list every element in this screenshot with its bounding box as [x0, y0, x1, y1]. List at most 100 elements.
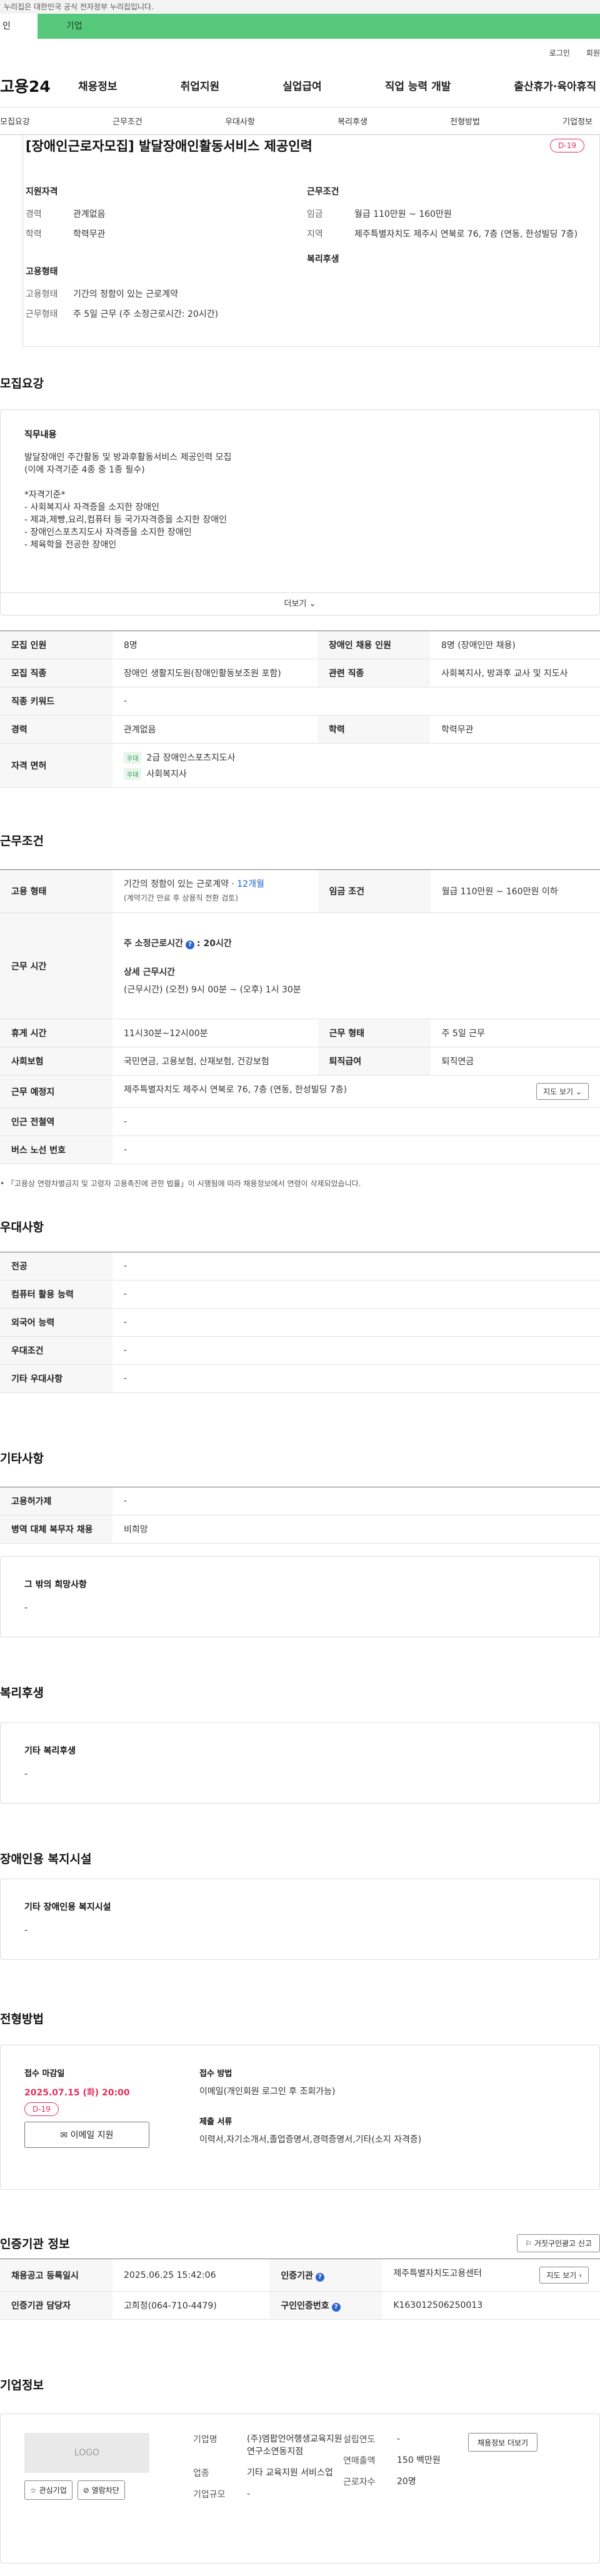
subnav-company[interactable]: 기업정보: [562, 115, 592, 127]
favorite-company-button[interactable]: ☆ 관심기업: [24, 2480, 72, 2500]
label: 자격 면허: [0, 743, 112, 788]
value: 관계없음: [112, 715, 318, 744]
value: 국민연금, 고용보험, 산재보험, 건강보험: [112, 1047, 318, 1076]
value: 월급 110만원 ~ 160만원: [354, 209, 452, 219]
job-desc-box: 직무내용 발달장애인 주간활동 및 방과후활동서비스 제공인력 모집 (이에 자…: [0, 409, 600, 616]
more-button[interactable]: 더보기 ⌄: [1, 592, 599, 615]
gnb-item-employment-support[interactable]: 취업지원: [181, 77, 220, 93]
gnb-item-jobs[interactable]: 채용정보: [78, 77, 118, 93]
process-left: 접수 마감일 2025.07.15 (화) 20:00 D-19 ✉ 이메일 지…: [24, 2067, 199, 2168]
value: 기간의 정함이 있는 근로계약: [73, 289, 178, 299]
report-icon: ⚐: [525, 2239, 532, 2248]
table-row: 채용공고 등록일시 2025.06.25 15:42:06 인증기관? 제주특별…: [0, 2259, 600, 2292]
welfare-heading: 복리후생: [307, 254, 339, 264]
gnb-item-unemployment[interactable]: 실업급여: [282, 77, 322, 93]
wish-value: -: [24, 1603, 28, 1613]
label: 모집 직종: [0, 659, 112, 687]
agency-map-button[interactable]: 지도 보기 ›: [539, 2267, 589, 2284]
gnb-item-leave[interactable]: 출산휴가·육아휴직: [514, 77, 596, 93]
sub-nav: 모집요강 근무조건 우대사항 복리후생 전형방법 기업정보: [0, 107, 600, 135]
value: 학력무관: [73, 229, 106, 239]
subnav-conditions[interactable]: 근무조건: [112, 115, 142, 127]
info-icon[interactable]: ?: [331, 2303, 341, 2312]
label: 근무 시간: [0, 912, 112, 1019]
value: 2025.06.25 15:42:06: [112, 2259, 270, 2292]
label: 학력: [26, 229, 42, 239]
subnav-welfare[interactable]: 복리후생: [338, 115, 368, 127]
pref-badge: 우대: [124, 768, 142, 780]
value: 150 백만원: [397, 2455, 441, 2465]
company-workers-row: 근로자수 20명: [343, 2475, 456, 2488]
map-label: 지도 보기: [546, 2271, 577, 2280]
recruit-table: 모집 인원 8명 장애인 채용 인원 8명 (장애인만 채용) 모집 직종 장애…: [0, 631, 600, 788]
email-apply-button[interactable]: ✉ 이메일 지원: [24, 2122, 149, 2148]
method-value: 이메일(개인회원 로그인 후 조회가능): [199, 2087, 336, 2097]
deadline-label: 접수 마감일: [24, 2069, 65, 2079]
tab-personal[interactable]: 인: [0, 14, 38, 39]
gnb-item-training[interactable]: 직업 능력 개발: [385, 77, 451, 93]
emp-type: 기간의 정함이 있는 근로계약 ·: [124, 879, 238, 889]
star-icon: ☆: [30, 2486, 37, 2495]
table-row: 휴게 시간 11시30분~12시00분 근무 형태 주 5일 근무: [0, 1019, 600, 1047]
table-row: 모집 인원 8명 장애인 채용 인원 8명 (장애인만 채용): [0, 631, 600, 659]
chevron-down-icon: ⌄: [309, 599, 316, 609]
login-link[interactable]: 로그인: [549, 47, 570, 64]
block-view-button[interactable]: ⊘ 열람차단: [77, 2480, 125, 2500]
label: 기업규모: [193, 2490, 226, 2500]
company-size-row: 기업규모 -: [193, 2488, 343, 2500]
value: -: [112, 687, 600, 716]
subnav-preference[interactable]: 우대사항: [225, 115, 255, 127]
method-label: 접수 방법: [199, 2069, 232, 2079]
value: -: [112, 1336, 600, 1365]
company-col-right: 설립연도 - 연매출액 150 백만원 근로자수 20명: [343, 2433, 456, 2544]
report-button[interactable]: ⚐ 거짓구인광고 신고: [517, 2234, 600, 2252]
map-button[interactable]: 지도 보기 ⌄: [536, 1083, 589, 1100]
top-tabs: 인 기업: [0, 14, 600, 39]
job-line: (이에 자격기준 4종 중 1종 필수): [24, 465, 145, 475]
site-logo[interactable]: 고용24: [0, 74, 78, 97]
company-jobs-button[interactable]: 채용정보 더보기: [468, 2433, 538, 2452]
join-link[interactable]: 회원: [586, 47, 600, 64]
company-year-row: 설립연도 -: [343, 2433, 456, 2445]
value: 사회복지사, 방과후 교사 및 지도사: [429, 659, 600, 687]
value: 관계없음: [73, 209, 106, 219]
subnav-recruit[interactable]: 모집요강: [0, 115, 30, 127]
email-apply-label: 이메일 지원: [70, 2130, 114, 2140]
tab-company[interactable]: 기업: [38, 14, 600, 39]
org-label: 인증기관: [281, 2270, 313, 2281]
summary-right: 근무조건 임금 월급 110만원 ~ 160만원 지역 제주특별자치도 제주시 연북…: [304, 185, 586, 327]
mail-icon: ✉: [60, 2130, 68, 2140]
weekly-label: 주 소정근로시간: [124, 938, 184, 949]
job-line: - 체육학을 전공한 장애인: [24, 540, 117, 550]
value: -: [112, 1487, 600, 1515]
agency-header: 인증기관 정보 ⚐ 거짓구인광고 신고: [0, 2190, 600, 2259]
table-row: 근무 시간 주 소정근로시간?: 20시간 상세 근무시간 (근무시간) (오전…: [0, 912, 600, 1019]
label: 외국어 능력: [0, 1308, 112, 1337]
job-desc: 직무내용 발달장애인 주간활동 및 방과후활동서비스 제공인력 모집 (이에 자…: [1, 410, 599, 592]
subnav-process[interactable]: 전형방법: [450, 115, 480, 127]
label: 업종: [193, 2469, 209, 2479]
label: 근무형태: [26, 309, 58, 319]
weekly-hours: 주 소정근로시간?: 20시간: [124, 937, 589, 949]
docs-label: 제출 서류: [199, 2117, 232, 2127]
label: 근무 형태: [318, 1019, 431, 1047]
agency-section-title: 인증기관 정보: [0, 2237, 70, 2251]
job-line: - 제과,제빵,요리,컴퓨터 등 국가자격증을 소지한 장애인: [24, 515, 228, 525]
info-icon[interactable]: ?: [186, 940, 195, 949]
emp-sub: (계약기간 만료 후 상용직 전환 검토): [124, 894, 238, 902]
value: -: [247, 2489, 251, 2499]
place-value: 제주특별자치도 제주시 연북로 76, 7층 (연동, 한성빌딩 7층): [124, 1085, 348, 1095]
process-dday-badge: D-19: [24, 2102, 59, 2116]
info-icon[interactable]: ?: [315, 2272, 324, 2282]
table-row: 기타 우대사항 -: [0, 1364, 600, 1393]
license-name: 2급 장애인스포츠지도사: [146, 753, 236, 763]
value: 20명: [397, 2477, 416, 2487]
value: 주 5일 근무: [430, 1019, 600, 1047]
table-row: 직종 키워드 -: [0, 687, 600, 716]
table-row: 컴퓨터 활용 능력 -: [0, 1280, 600, 1309]
wish-box: 그 밖의 희망사항 -: [0, 1556, 600, 1637]
company-sales-row: 연매출액 150 백만원: [343, 2454, 456, 2467]
license-name: 사회복지사: [146, 769, 187, 779]
facility-box-value: -: [24, 1925, 28, 1935]
value: 학력무관: [429, 715, 600, 744]
